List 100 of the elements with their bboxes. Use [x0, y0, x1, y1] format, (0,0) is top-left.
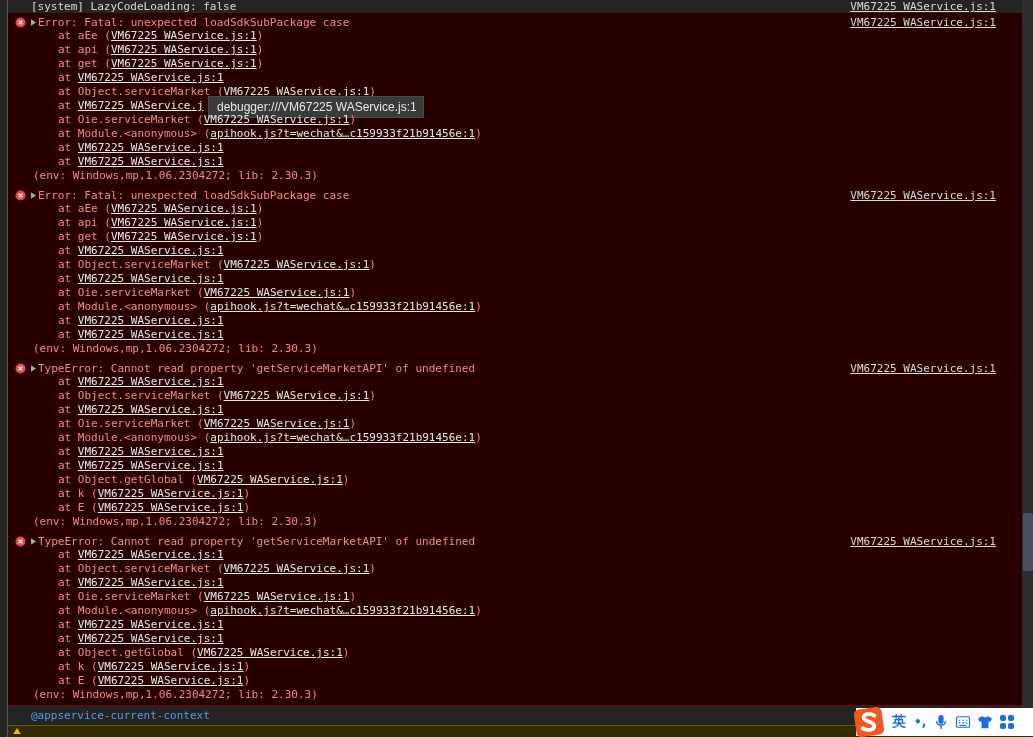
stack-frame: at aEe (VM67225 WAService.js:1) — [58, 29, 264, 42]
stack-link[interactable]: VM67225 WAService.js:1 — [111, 57, 257, 70]
punctuation-toggle[interactable]: •, — [914, 715, 927, 729]
stack-frame: at VM67225 WAService.js:1 — [58, 141, 224, 154]
source-link[interactable]: VM67225 WAService.js:1 — [850, 15, 996, 29]
stack-link[interactable]: VM67225 WAService.js:1 — [97, 674, 244, 687]
stack-link[interactable]: VM67225 WAService.js:1 — [77, 314, 224, 327]
stack-link[interactable]: apihook.js?t=wechat&…c159933f21b91456e:1 — [210, 604, 476, 617]
shirt-icon[interactable] — [978, 715, 993, 729]
stack-frame: at Object.serviceMarket (VM67225 WAService.js:1) — [58, 258, 376, 271]
stack-link[interactable]: VM67225 WAService.js:1 — [77, 459, 224, 472]
stack-frame: at VM67225 WAService.js:1 — [58, 314, 224, 327]
stack-link[interactable]: VM67225 WAService.js:1 — [97, 660, 244, 673]
stack-link[interactable]: VM67225 WAService.js:1 — [223, 562, 370, 575]
stack-link[interactable]: VM67225 WAService.js:1 — [97, 501, 244, 514]
stack-link[interactable]: VM67225 WAService.j — [77, 99, 204, 112]
stack-link[interactable]: VM67225 WAService.js:1 — [203, 590, 350, 603]
error-message: TypeError: Cannot read property 'getServiceMarketAPI' of undefined — [38, 361, 476, 375]
stack-link[interactable]: VM67225 WAService.js:1 — [77, 272, 224, 285]
scrollbar-thumb[interactable] — [1023, 513, 1033, 571]
stack-frame: at Object.serviceMarket (VM67225 WAService.js:1) — [58, 85, 376, 98]
expand-triangle-icon[interactable] — [31, 18, 36, 26]
environment-info: (env: Windows,mp,1.06.2304272; lib: 2.30.3) — [32, 688, 319, 702]
stack-frame: at Module.<anonymous> (apihook.js?t=wechat&…c159933f21b91456e:1) — [58, 127, 482, 140]
error-icon — [15, 16, 26, 28]
source-link[interactable]: VM67225 WAService.js:1 — [850, 188, 996, 202]
stack-frame: at VM67225 WAService.js:1 — [58, 71, 224, 84]
stack-frame: at k (VM67225 WAService.js:1) — [58, 487, 251, 500]
stack-frame: at VM67225 WAService.js:1 — [58, 459, 224, 472]
stack-frame: at aEe (VM67225 WAService.js:1) — [58, 202, 264, 215]
stack-link[interactable]: VM67225 WAService.js:1 — [97, 487, 244, 500]
keyboard-icon[interactable] — [956, 715, 971, 729]
stack-frame: at VM67225 WAService.js:1 — [58, 403, 224, 416]
stack-frame: at Object.getGlobal (VM67225 WAService.js:1) — [58, 646, 350, 659]
stack-frame: at VM67225 WAService.js:1 — [58, 548, 224, 561]
stack-frame: at k (VM67225 WAService.js:1) — [58, 660, 251, 673]
stack-frame: at VM67225 WAService.js:1 — [58, 272, 224, 285]
scrollbar[interactable] — [1022, 0, 1033, 737]
stack-link[interactable]: VM67225 WAService.js:1 — [77, 548, 224, 561]
stack-link[interactable]: VM67225 WAService.js:1 — [77, 155, 224, 168]
stack-link[interactable]: VM67225 WAService.js:1 — [77, 328, 224, 341]
stack-link[interactable]: VM67225 WAService.js:1 — [111, 43, 257, 56]
stack-frame: at VM67225 WAService.js:1 — [58, 375, 224, 388]
context-label[interactable]: @appservice-current-context — [31, 709, 210, 722]
stack-frame: at VM67225 WAService.js:1 — [58, 632, 224, 645]
stack-link[interactable]: VM67225 WAService.js:1 — [111, 230, 257, 243]
stack-frame: at E (VM67225 WAService.js:1) — [58, 674, 251, 687]
error-icon — [15, 535, 26, 547]
error-message: Error: Fatal: unexpected loadSdkSubPackage case — [38, 15, 350, 29]
stack-link[interactable]: apihook.js?t=wechat&…c159933f21b91456e:1 — [210, 300, 476, 313]
stack-frame: at VM67225 WAService.js:1 — [58, 445, 224, 458]
stack-frame: at Object.serviceMarket (VM67225 WAService.js:1) — [58, 389, 376, 402]
stack-link[interactable]: VM67225 WAService.js:1 — [77, 576, 224, 589]
stack-link[interactable]: apihook.js?t=wechat&…c159933f21b91456e:1 — [210, 127, 476, 140]
stack-frame: at Object.getGlobal (VM67225 WAService.js:1) — [58, 473, 350, 486]
expand-triangle-icon[interactable] — [31, 364, 36, 372]
stack-link[interactable]: VM67225 WAService.js:1 — [203, 286, 350, 299]
stack-link[interactable]: VM67225 WAService.js:1 — [223, 85, 370, 98]
stack-link[interactable]: VM67225 WAService.js:1 — [77, 375, 224, 388]
stack-link[interactable]: VM67225 WAService.js:1 — [77, 403, 224, 416]
stack-link[interactable]: VM67225 WAService.js:1 — [223, 258, 370, 271]
stack-frame: at get (VM67225 WAService.js:1) — [58, 230, 264, 243]
stack-link[interactable]: VM67225 WAService.js:1 — [197, 473, 343, 486]
stack-link[interactable]: VM67225 WAService.js:1 — [77, 618, 224, 631]
stack-frame: at Oie.serviceMarket (VM67225 WAService.js:1) — [58, 590, 357, 603]
environment-info: (env: Windows,mp,1.06.2304272; lib: 2.30.3) — [32, 169, 319, 183]
stack-link[interactable]: VM67225 WAService.js:1 — [77, 445, 224, 458]
stack-frame: at Oie.serviceMarket (VM67225 WAService.js:1) — [58, 417, 357, 430]
stack-link[interactable]: VM67225 WAService.js:1 — [197, 646, 343, 659]
stack-link[interactable]: VM67225 WAService.js:1 — [77, 71, 224, 84]
stack-frame: at VM67225 WAService.js:1 — [58, 155, 224, 168]
stack-link[interactable]: VM67225 WAService.js:1 — [111, 202, 257, 215]
stack-frame: at VM67225 WAService.js:1 — [58, 244, 224, 257]
stack-frame: at VM67225 WAService.j — [58, 99, 204, 112]
grid-icon[interactable] — [1000, 715, 1015, 729]
stack-link[interactable]: VM67225 WAService.js:1 — [203, 417, 350, 430]
expand-triangle-icon[interactable] — [31, 537, 36, 545]
stack-link[interactable]: VM67225 WAService.js:1 — [223, 389, 370, 402]
source-link[interactable]: VM67225 WAService.js:1 — [850, 0, 996, 13]
expand-triangle-icon[interactable] — [31, 191, 36, 199]
stack-frame: at get (VM67225 WAService.js:1) — [58, 57, 264, 70]
source-link[interactable]: VM67225 WAService.js:1 — [850, 534, 996, 548]
stack-link[interactable]: VM67225 WAService.js:1 — [111, 29, 257, 42]
stack-frame: at VM67225 WAService.js:1 — [58, 576, 224, 589]
source-link[interactable]: VM67225 WAService.js:1 — [850, 361, 996, 375]
input-method-logo-icon[interactable] — [854, 707, 884, 737]
stack-frame: at Oie.serviceMarket (VM67225 WAService.js:1) — [58, 113, 357, 126]
stack-link[interactable]: VM67225 WAService.js:1 — [77, 632, 224, 645]
environment-info: (env: Windows,mp,1.06.2304272; lib: 2.30.3) — [32, 342, 319, 356]
stack-frame: at VM67225 WAService.js:1 — [58, 328, 224, 341]
stack-frame: at Object.serviceMarket (VM67225 WAService.js:1) — [58, 562, 376, 575]
microphone-icon[interactable] — [934, 715, 949, 729]
stack-link[interactable]: VM67225 WAService.js:1 — [111, 216, 257, 229]
stack-link[interactable]: VM67225 WAService.js:1 — [77, 244, 224, 257]
environment-info: (env: Windows,mp,1.06.2304272; lib: 2.30.3) — [32, 515, 319, 529]
language-toggle[interactable]: 英 — [892, 713, 906, 731]
stack-link[interactable]: apihook.js?t=wechat&…c159933f21b91456e:1 — [210, 431, 476, 444]
stack-link[interactable]: VM67225 WAService.js:1 — [203, 113, 350, 126]
error-message: Error: Fatal: unexpected loadSdkSubPackage case — [38, 188, 350, 202]
stack-link[interactable]: VM67225 WAService.js:1 — [77, 141, 224, 154]
